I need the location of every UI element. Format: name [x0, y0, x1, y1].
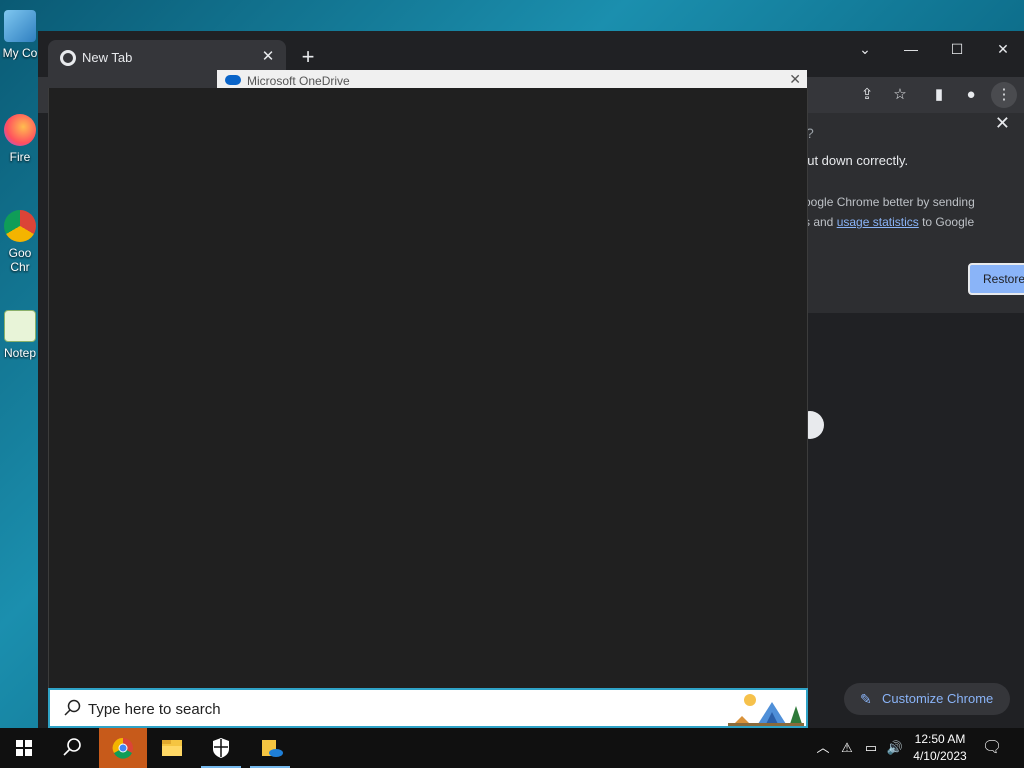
bookmark-star-icon[interactable]: ☆ [887, 82, 913, 108]
taskbar-clock[interactable]: 12:50 AM 4/10/2023 [908, 731, 972, 765]
minimize-button[interactable]: — [888, 35, 934, 63]
shield-icon [213, 738, 229, 758]
taskbar-chrome-button[interactable] [99, 728, 147, 768]
desktop-icon-notepad[interactable]: Notep [0, 310, 40, 360]
chrome-favicon-icon [60, 50, 76, 66]
search-input[interactable] [88, 697, 688, 721]
share-icon[interactable]: ⇪ [854, 82, 880, 108]
desktop-icon-label: Fire [9, 150, 31, 164]
maximize-button[interactable]: ☐ [934, 35, 980, 63]
search-icon [63, 738, 81, 756]
computer-icon [4, 10, 36, 42]
bubble-body-line1: oogle Chrome better by sending [804, 195, 975, 209]
clock-date: 4/10/2023 [913, 749, 967, 763]
desktop-icon-my-computer[interactable]: My Co [0, 10, 40, 60]
new-tab-button[interactable]: + [294, 43, 322, 71]
bubble-body-prefix: s and [804, 215, 837, 229]
desktop-icon-label-line2: Chr [10, 260, 30, 274]
chrome-icon [4, 210, 36, 242]
network-icon[interactable]: ▭ [862, 738, 880, 758]
profile-icon[interactable]: ● [958, 82, 984, 108]
restore-button[interactable]: Restore [968, 263, 1024, 295]
tab-close-icon[interactable]: ✕ [258, 47, 278, 67]
chrome-menu-icon[interactable]: ⋮ [991, 82, 1017, 108]
firefox-icon [4, 114, 36, 146]
pencil-icon: ✎ [860, 691, 872, 707]
notepad-icon [4, 310, 36, 342]
taskbar-file-explorer-button[interactable] [148, 728, 196, 768]
side-panel-icon[interactable]: ▮ [926, 82, 952, 108]
onedrive-folder-icon [262, 740, 283, 757]
windows-logo-icon [16, 740, 32, 756]
clock-time: 12:50 AM [914, 732, 966, 746]
volume-icon[interactable]: 🔊 [886, 738, 904, 758]
bubble-close-icon[interactable]: ✕ [995, 113, 1010, 134]
onedrive-cloud-icon [225, 75, 241, 85]
customize-chrome-button[interactable]: ✎ Customize Chrome [844, 683, 1010, 715]
taskbar-onedrive-button[interactable] [246, 728, 294, 768]
show-hidden-icons-chevron-icon[interactable]: ︿ [814, 738, 832, 758]
taskbar: ︿ ⚠ ▭ 🔊 12:50 AM 4/10/2023 🗨 [0, 728, 1024, 768]
restore-pages-bubble: ? ✕ hut down correctly. oogle Chrome bet… [778, 113, 1024, 313]
folder-icon [162, 740, 182, 756]
start-button[interactable] [0, 728, 48, 768]
desktop-icon-label: Notep [3, 346, 37, 360]
bubble-body-suffix: to Google [918, 215, 975, 229]
close-window-button[interactable]: ✕ [980, 35, 1024, 63]
desktop-icon-firefox[interactable]: Fire [0, 114, 40, 164]
customize-chrome-label: Customize Chrome [882, 691, 994, 706]
search-flyout-panel [48, 88, 808, 688]
search-icon [64, 699, 81, 716]
tab-search-dropdown-icon[interactable]: ⌄ [842, 35, 888, 63]
onedrive-close-icon[interactable]: ✕ [789, 71, 801, 88]
chrome-icon [112, 737, 133, 759]
bubble-headline: hut down correctly. [800, 153, 909, 168]
onedrive-title: Microsoft OneDrive [247, 74, 350, 88]
desktop-icon-label: Goo [8, 246, 32, 260]
usage-statistics-link[interactable]: usage statistics [837, 215, 919, 229]
desktop-icon-label: My Co [2, 46, 38, 60]
taskbar-security-button[interactable] [197, 728, 245, 768]
desktop-icon-google-chrome[interactable]: Goo Chr [0, 210, 40, 274]
taskbar-search-box[interactable] [48, 688, 808, 728]
taskbar-search-button[interactable] [48, 728, 96, 768]
tab-title: New Tab [82, 50, 133, 65]
search-highlight-scene-icon [728, 694, 804, 726]
action-center-icon[interactable]: 🗨 [982, 738, 1002, 758]
bubble-body-line2: s and usage statistics to Google [804, 215, 974, 229]
network-warning-icon[interactable]: ⚠ [838, 738, 856, 758]
